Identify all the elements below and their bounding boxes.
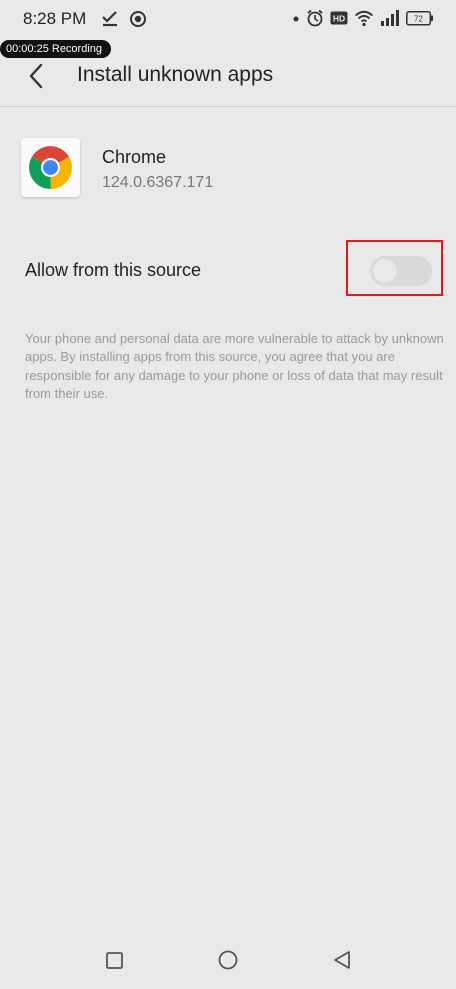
status-right-icons: HD 72 [292,9,434,32]
app-version: 124.0.6367.171 [102,174,214,191]
app-bar: Install unknown apps [0,58,456,108]
download-check-icon [101,10,119,33]
back-arrow-icon [29,63,43,89]
highlight-box [346,240,443,296]
battery-icon: 72 [406,9,434,32]
back-button[interactable] [20,60,54,94]
allow-source-toggle[interactable] [370,256,432,286]
nav-back-button[interactable] [322,940,362,980]
allow-source-label: Allow from this source [25,260,202,280]
chrome-logo-icon [29,146,72,189]
navigation-bar [0,940,456,980]
status-bar: 8:28 PM HD 72 [0,0,456,40]
status-left-icons [101,10,147,33]
back-triangle-icon [334,951,350,969]
home-circle-icon [218,950,238,970]
app-icon-frame [21,138,80,197]
dot-icon [292,9,300,32]
alarm-icon [306,9,324,32]
wifi-icon [354,9,374,32]
signal-icon [380,9,400,32]
hd-icon: HD [330,9,348,32]
app-bar-divider [0,106,456,107]
status-time: 8:28 PM [23,9,87,28]
recording-indicator[interactable]: 00:00:25 Recording [0,40,112,58]
recents-button[interactable] [94,940,134,980]
screen-record-icon [129,10,147,33]
allow-source-row[interactable]: Allow from this source [0,240,456,300]
svg-text:72: 72 [414,15,423,24]
toggle-thumb [373,259,397,283]
app-name: Chrome [102,147,167,167]
app-info: Chrome 124.0.6367.171 [21,138,431,200]
recents-square-icon [106,952,123,969]
page-title: Install unknown apps [77,63,274,86]
home-button[interactable] [208,940,248,980]
security-disclaimer: Your phone and personal data are more vu… [25,331,444,402]
svg-text:HD: HD [333,14,345,24]
